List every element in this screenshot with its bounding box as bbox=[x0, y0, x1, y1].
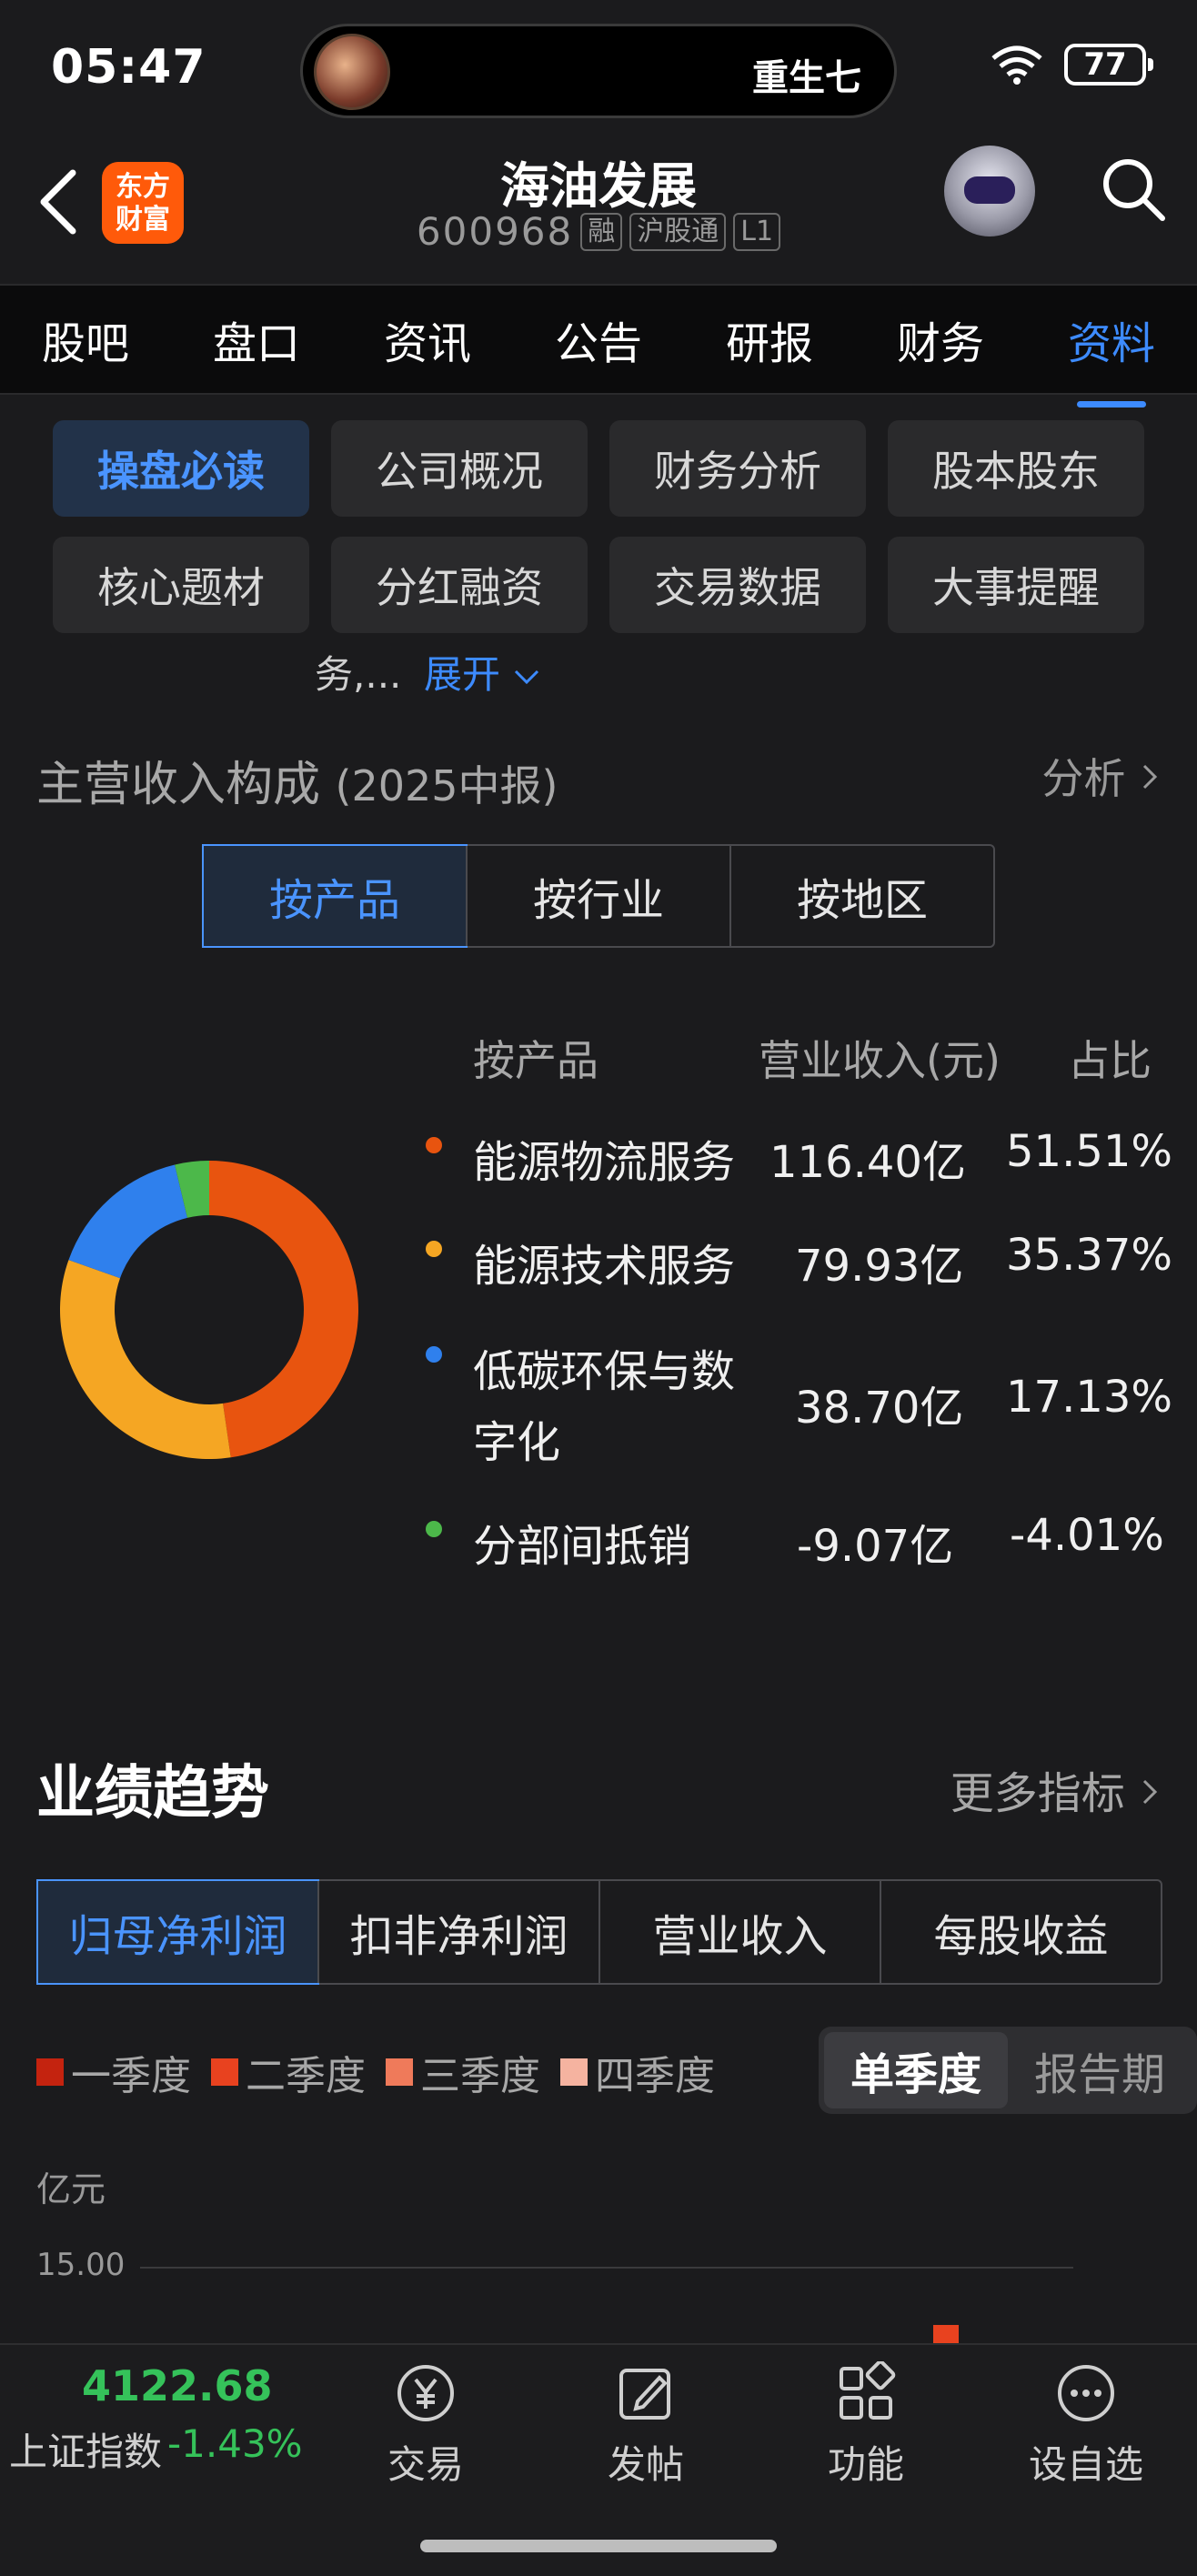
chip-shareholders[interactable]: 股本股东 bbox=[888, 420, 1144, 517]
metric-deducted-profit[interactable]: 扣非净利润 bbox=[317, 1881, 598, 1983]
revenue-row-ratio: 17.13% bbox=[1006, 1372, 1173, 1423]
revenue-row-name: 能源物流服务 bbox=[473, 1137, 736, 1188]
chart-unit-label: 亿元 bbox=[36, 2169, 106, 2209]
revenue-row-amount: -9.07亿 bbox=[797, 1521, 954, 1572]
revenue-row-name: 分部间抵销 bbox=[473, 1521, 692, 1572]
revenue-row-amount: 79.93亿 bbox=[795, 1241, 964, 1292]
chart-gridline bbox=[140, 2267, 1073, 2269]
chip-trading-must-read[interactable]: 操盘必读 bbox=[53, 420, 309, 517]
revenue-period: (2025中报) bbox=[335, 761, 558, 810]
nav-post[interactable]: 发帖 bbox=[573, 2361, 719, 2490]
segment-by-region[interactable]: 按地区 bbox=[729, 846, 993, 946]
chart-bar-partial bbox=[933, 2325, 959, 2343]
tab-news[interactable]: 资讯 bbox=[373, 307, 482, 371]
tag-connect: 沪股通 bbox=[629, 212, 727, 251]
donut-slice-2 bbox=[60, 1260, 231, 1459]
tag-margin: 融 bbox=[580, 212, 623, 251]
stock-code: 600968 bbox=[416, 209, 574, 254]
chip-dividends[interactable]: 分红融资 bbox=[331, 537, 588, 633]
legend-q4: 四季度 bbox=[560, 2043, 715, 2101]
index-name[interactable]: 上证指数 bbox=[9, 2421, 162, 2477]
revenue-donut-chart bbox=[60, 1161, 358, 1459]
island-text: 重生七 bbox=[752, 57, 861, 99]
revenue-row-name: 能源技术服务 bbox=[473, 1241, 736, 1292]
segment-by-industry[interactable]: 按行业 bbox=[466, 846, 729, 946]
status-icons: 77 bbox=[990, 44, 1153, 86]
legend-dot bbox=[426, 1241, 442, 1257]
main-tabbar: 股吧 盘口 资讯 公告 研报 财务 资料 bbox=[0, 284, 1197, 408]
legend-dot bbox=[426, 1346, 442, 1363]
revenue-row-amount: 38.70亿 bbox=[795, 1383, 964, 1434]
toggle-report-period[interactable]: 报告期 bbox=[1008, 2032, 1192, 2108]
chevron-right-icon bbox=[1142, 1779, 1158, 1805]
revenue-row-ratio: 51.51% bbox=[1006, 1126, 1173, 1177]
col-header-amount: 营业收入(元) bbox=[759, 1036, 1001, 1085]
more-circle-icon bbox=[1058, 2365, 1114, 2421]
revenue-segment-control: 按产品 按行业 按地区 bbox=[202, 844, 995, 948]
edit-icon bbox=[619, 2369, 670, 2420]
robot-assistant-icon[interactable] bbox=[944, 146, 1035, 236]
performance-metric-tabs: 归母净利润 扣非净利润 营业收入 每股收益 bbox=[36, 1879, 1162, 1985]
donut-slice-1 bbox=[209, 1161, 358, 1458]
revenue-row-name-line1: 低碳环保与数 bbox=[473, 1346, 736, 1397]
chip-company-overview[interactable]: 公司概况 bbox=[331, 420, 588, 517]
tab-finance[interactable]: 财务 bbox=[886, 307, 995, 371]
yen-circle-icon bbox=[397, 2365, 454, 2421]
tab-announcements[interactable]: 公告 bbox=[544, 307, 653, 371]
legend-q2: 二季度 bbox=[211, 2043, 366, 2101]
index-change[interactable]: -1.43% bbox=[167, 2421, 303, 2466]
legend-q3: 三季度 bbox=[386, 2043, 540, 2101]
tab-pankou[interactable]: 盘口 bbox=[202, 307, 311, 371]
chevron-down-icon bbox=[515, 669, 539, 685]
dynamic-island[interactable]: 重生七 bbox=[300, 24, 897, 118]
truncated-text: 务,... bbox=[315, 652, 402, 697]
quarter-legend: 一季度 二季度 三季度 四季度 bbox=[36, 2043, 715, 2101]
donut-slice-3 bbox=[68, 1164, 187, 1279]
profile-chip-grid: 操盘必读 公司概况 财务分析 股本股东 核心题材 分红融资 交易数据 大事提醒 bbox=[53, 420, 1144, 633]
status-time: 05:47 bbox=[51, 40, 206, 95]
battery-indicator: 77 bbox=[1064, 44, 1153, 86]
revenue-section-title: 主营收入构成 (2025中报) bbox=[36, 758, 558, 812]
search-icon[interactable] bbox=[1097, 153, 1170, 226]
expand-link[interactable]: 展开 bbox=[424, 644, 541, 699]
col-header-ratio: 占比 bbox=[1068, 1036, 1152, 1085]
tab-research[interactable]: 研报 bbox=[715, 307, 824, 371]
period-toggle: 单季度 报告期 bbox=[819, 2027, 1197, 2114]
revenue-row-ratio: 35.37% bbox=[1006, 1230, 1173, 1281]
chip-events[interactable]: 大事提醒 bbox=[888, 537, 1144, 633]
island-avatar bbox=[314, 34, 390, 110]
segment-by-product[interactable]: 按产品 bbox=[202, 844, 468, 948]
revenue-row-amount: 116.40亿 bbox=[770, 1137, 966, 1188]
tab-guba[interactable]: 股吧 bbox=[31, 307, 140, 371]
index-value[interactable]: 4122.68 bbox=[82, 2361, 273, 2410]
legend-q1: 一季度 bbox=[36, 2043, 191, 2101]
performance-title: 业绩趋势 bbox=[36, 1760, 269, 1827]
analyze-link[interactable]: 分析 bbox=[1041, 746, 1161, 806]
metric-revenue[interactable]: 营业收入 bbox=[598, 1881, 880, 1983]
tab-profile[interactable]: 资料 bbox=[1057, 307, 1166, 408]
revenue-row-ratio: -4.01% bbox=[1010, 1510, 1164, 1561]
col-header-name: 按产品 bbox=[473, 1036, 598, 1085]
legend-dot bbox=[426, 1521, 442, 1537]
tag-level: L1 bbox=[733, 212, 781, 251]
revenue-row-name-line2: 字化 bbox=[473, 1417, 561, 1468]
nav-functions[interactable]: 功能 bbox=[793, 2361, 939, 2490]
chevron-right-icon bbox=[1142, 764, 1158, 790]
metric-net-profit[interactable]: 归母净利润 bbox=[36, 1879, 319, 1985]
toggle-single-quarter[interactable]: 单季度 bbox=[824, 2032, 1008, 2108]
chip-core-themes[interactable]: 核心题材 bbox=[53, 537, 309, 633]
grid-apps-icon bbox=[840, 2361, 896, 2420]
y-tick-label: 15.00 bbox=[36, 2247, 126, 2283]
nav-watchlist[interactable]: 设自选 bbox=[1013, 2361, 1159, 2490]
chip-financial-analysis[interactable]: 财务分析 bbox=[609, 420, 866, 517]
chip-trading-data[interactable]: 交易数据 bbox=[609, 537, 866, 633]
legend-dot bbox=[426, 1137, 442, 1153]
wifi-icon bbox=[991, 45, 1042, 85]
home-indicator[interactable] bbox=[420, 2540, 777, 2552]
metric-eps[interactable]: 每股收益 bbox=[880, 1881, 1161, 1983]
more-metrics-link[interactable]: 更多指标 bbox=[951, 1757, 1161, 1821]
nav-trade[interactable]: 交易 bbox=[353, 2361, 498, 2490]
